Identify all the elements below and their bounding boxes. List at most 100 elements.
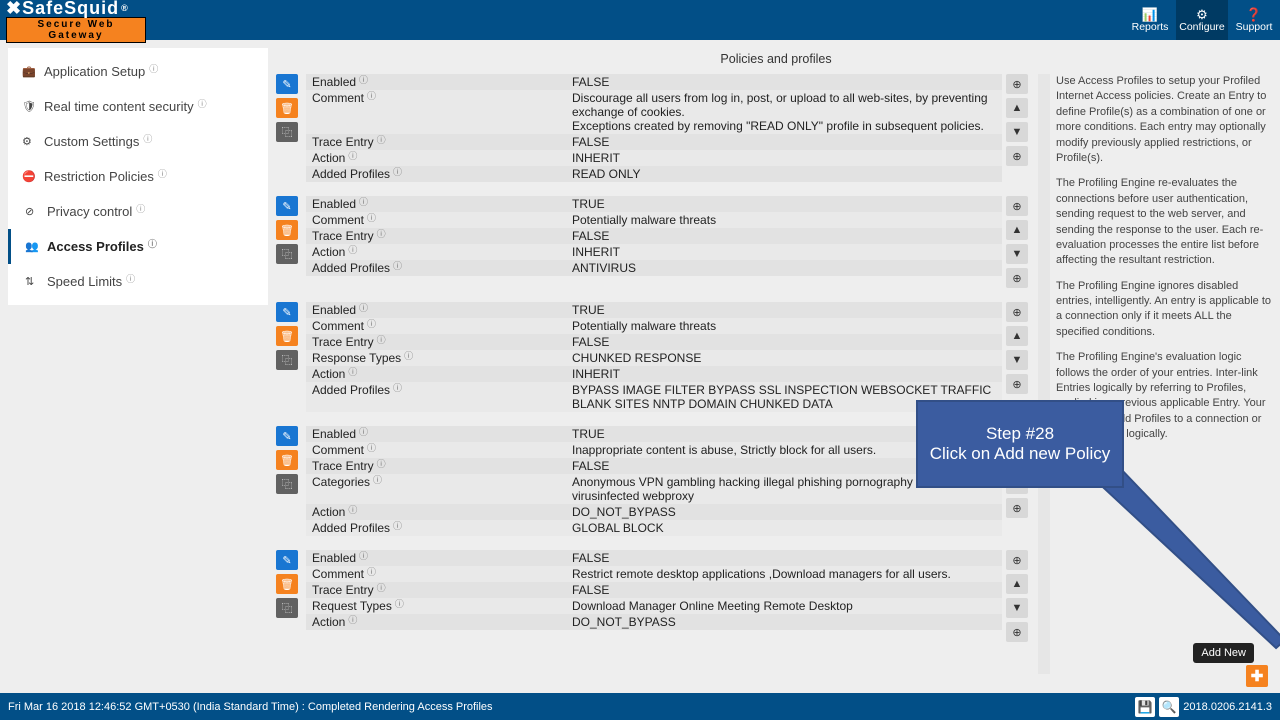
delete-button[interactable]: 🗑 <box>276 220 298 240</box>
info-icon: ⓘ <box>136 202 145 215</box>
field-row: Categories ⓘAnonymous VPN gambling hacki… <box>306 474 1002 504</box>
move-down-button[interactable]: ▼ <box>1006 244 1028 264</box>
info-icon: ⓘ <box>367 441 376 454</box>
field-label: Trace Entry ⓘ <box>306 458 566 474</box>
sidebar-item-access-profiles[interactable]: 👥Access Profilesⓘ <box>8 229 268 264</box>
field-value: INHERIT <box>566 366 1002 382</box>
callout-title: Step #28 <box>986 424 1054 444</box>
move-down-button[interactable]: ▼ <box>1006 350 1028 370</box>
description-paragraph: The Profiling Engine ignores disabled en… <box>1056 279 1272 341</box>
field-row: Comment ⓘRestrict remote desktop applica… <box>306 566 1002 582</box>
clone-button[interactable]: ⿻ <box>276 474 298 494</box>
field-value: TRUE <box>566 196 1002 212</box>
field-value: FALSE <box>566 582 1002 598</box>
field-row: Added Profiles ⓘREAD ONLY <box>306 166 1002 182</box>
logo-subtitle: Secure Web Gateway <box>6 17 146 43</box>
callout-text: Click on Add new Policy <box>930 444 1110 464</box>
field-row: Enabled ⓘTRUE <box>306 426 1002 442</box>
field-value: INHERIT <box>566 150 1002 166</box>
description-paragraph: Use Access Profiles to setup your Profil… <box>1056 74 1272 166</box>
topnav-reports[interactable]: 📊Reports <box>1124 0 1176 40</box>
field-value: FALSE <box>566 550 1002 566</box>
field-value: Discourage all users from log in, post, … <box>566 90 1002 134</box>
reload-button[interactable]: ⊕ <box>1006 196 1028 216</box>
field-row: Comment ⓘDiscourage all users from log i… <box>306 90 1002 134</box>
edit-button[interactable]: ✎ <box>276 196 298 216</box>
topnav-configure[interactable]: ⚙Configure <box>1176 0 1228 40</box>
sidebar-item-real-time-content-security[interactable]: 🛡Real time content securityⓘ <box>8 89 268 124</box>
info-icon: ⓘ <box>367 317 376 330</box>
reload-button[interactable]: ⊕ <box>1006 268 1028 288</box>
field-label: Response Types ⓘ <box>306 350 566 366</box>
field-label: Added Profiles ⓘ <box>306 260 566 276</box>
reload-button[interactable]: ⊕ <box>1006 74 1028 94</box>
field-row: Trace Entry ⓘFALSE <box>306 458 1002 474</box>
field-row: Action ⓘINHERIT <box>306 244 1002 260</box>
clone-button[interactable]: ⿻ <box>276 350 298 370</box>
field-value: Download Manager Online Meeting Remote D… <box>566 598 1002 614</box>
delete-button[interactable]: 🗑 <box>276 326 298 346</box>
sidebar-item-speed-limits[interactable]: ⇅Speed Limitsⓘ <box>8 264 268 299</box>
logo-name: SafeSquid <box>22 0 119 19</box>
field-row: Trace Entry ⓘFALSE <box>306 582 1002 598</box>
info-icon: ⓘ <box>348 365 357 378</box>
move-up-button[interactable]: ▲ <box>1006 574 1028 594</box>
clone-button[interactable]: ⿻ <box>276 598 298 618</box>
reload-button[interactable]: ⊕ <box>1006 498 1028 518</box>
field-value: INHERIT <box>566 244 1002 260</box>
field-value: Potentially malware threats <box>566 318 1002 334</box>
field-value: CHUNKED RESPONSE <box>566 350 1002 366</box>
move-up-button[interactable]: ▲ <box>1006 326 1028 346</box>
sidebar-item-privacy-control[interactable]: ⊘Privacy controlⓘ <box>8 194 268 229</box>
search-icon[interactable]: 🔍 <box>1159 697 1179 717</box>
field-row: Added Profiles ⓘANTIVIRUS <box>306 260 1002 276</box>
edit-button[interactable]: ✎ <box>276 302 298 322</box>
clone-button[interactable]: ⿻ <box>276 244 298 264</box>
edit-button[interactable]: ✎ <box>276 550 298 570</box>
info-icon: ⓘ <box>359 425 368 438</box>
field-label: Enabled ⓘ <box>306 550 566 566</box>
info-icon: ⓘ <box>348 503 357 516</box>
field-value: Potentially malware threats <box>566 212 1002 228</box>
field-row: Added Profiles ⓘGLOBAL BLOCK <box>306 520 1002 536</box>
save-icon[interactable]: 💾 <box>1135 697 1155 717</box>
move-up-button[interactable]: ▲ <box>1006 98 1028 118</box>
info-icon: ⓘ <box>348 149 357 162</box>
reload-button[interactable]: ⊕ <box>1006 622 1028 642</box>
delete-button[interactable]: 🗑 <box>276 574 298 594</box>
field-row: Comment ⓘPotentially malware threats <box>306 318 1002 334</box>
sidebar-item-application-setup[interactable]: 💼Application Setupⓘ <box>8 54 268 89</box>
reload-button[interactable]: ⊕ <box>1006 550 1028 570</box>
delete-button[interactable]: 🗑 <box>276 98 298 118</box>
sidebar-item-custom-settings[interactable]: ⚙Custom Settingsⓘ <box>8 124 268 159</box>
info-icon: ⓘ <box>367 211 376 224</box>
scrollbar[interactable] <box>1038 74 1050 674</box>
add-new-policy-button[interactable]: ✚ <box>1246 665 1268 687</box>
field-label: Categories ⓘ <box>306 474 566 490</box>
field-label: Comment ⓘ <box>306 318 566 334</box>
move-down-button[interactable]: ▼ <box>1006 122 1028 142</box>
edit-button[interactable]: ✎ <box>276 74 298 94</box>
edit-button[interactable]: ✎ <box>276 426 298 446</box>
reload-button[interactable]: ⊕ <box>1006 146 1028 166</box>
delete-button[interactable]: 🗑 <box>276 450 298 470</box>
sidebar-item-restriction-policies[interactable]: ⛔Restriction Policiesⓘ <box>8 159 268 194</box>
field-row: Action ⓘDO_NOT_BYPASS <box>306 614 1002 630</box>
topnav-support[interactable]: ❓Support <box>1228 0 1280 40</box>
clone-button[interactable]: ⿻ <box>276 122 298 142</box>
info-icon: ⓘ <box>198 97 207 110</box>
reload-button[interactable]: ⊕ <box>1006 374 1028 394</box>
field-label: Request Types ⓘ <box>306 598 566 614</box>
move-down-button[interactable]: ▼ <box>1006 598 1028 618</box>
field-row: Enabled ⓘTRUE <box>306 302 1002 318</box>
info-icon: ⓘ <box>377 581 386 594</box>
reload-button[interactable]: ⊕ <box>1006 302 1028 322</box>
field-value: Restrict remote desktop applications ,Do… <box>566 566 1002 582</box>
policy-block: ✎ 🗑 ⿻ Enabled ⓘTRUEComment ⓘPotentially mal… <box>276 302 1032 412</box>
field-label: Trace Entry ⓘ <box>306 334 566 350</box>
add-new-tooltip: Add New <box>1193 643 1254 663</box>
field-label: Action ⓘ <box>306 150 566 166</box>
field-row: Comment ⓘPotentially malware threats <box>306 212 1002 228</box>
info-icon: ⓘ <box>348 243 357 256</box>
move-up-button[interactable]: ▲ <box>1006 220 1028 240</box>
